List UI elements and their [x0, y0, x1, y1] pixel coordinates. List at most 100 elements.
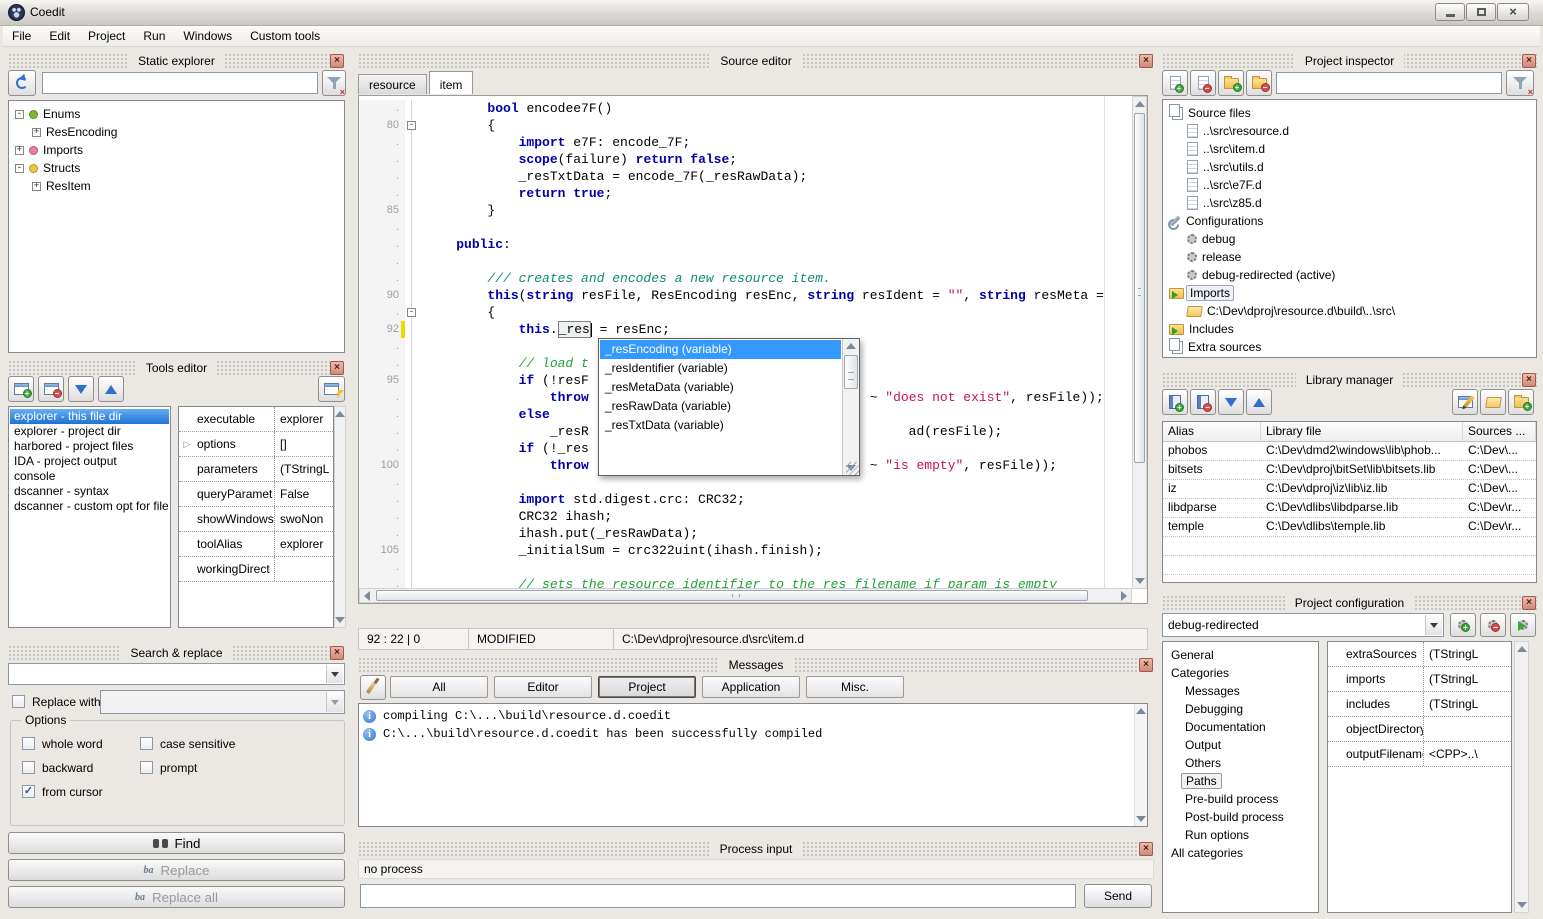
clone-configuration-button[interactable] [1510, 613, 1536, 637]
open-library-folder-button[interactable] [1480, 389, 1506, 415]
panel-close-button[interactable] [1139, 842, 1153, 856]
panel-close-button[interactable] [1139, 54, 1153, 68]
property-row[interactable]: imports(TStringL [1328, 667, 1511, 692]
property-row[interactable]: ▷options[] [179, 432, 333, 457]
tools-list-item[interactable]: dscanner - custom opt for file [10, 499, 169, 514]
library-column-header[interactable]: Library file [1261, 422, 1463, 441]
config-category-post-build-process[interactable]: Post-build process [1163, 808, 1318, 826]
expand-icon[interactable]: + [32, 128, 41, 137]
property-row[interactable]: executableexplorer [179, 407, 333, 432]
tools-grid-scrollbar[interactable] [334, 406, 346, 628]
inspector-item-imports[interactable]: Imports [1165, 284, 1534, 302]
combo-dropdown-button[interactable] [326, 692, 343, 712]
add-library-button[interactable] [1162, 389, 1188, 415]
checkbox-whole-word[interactable]: whole word [22, 736, 140, 751]
maximize-button[interactable] [1466, 3, 1496, 21]
remove-folder-button[interactable] [1246, 70, 1272, 96]
send-button[interactable]: Send [1084, 884, 1152, 908]
remove-library-button[interactable] [1190, 389, 1216, 415]
tab-item[interactable]: item [429, 71, 474, 94]
code-line[interactable]: . ihash.put(_resRawData); [359, 525, 1132, 542]
tools-list-item[interactable]: harbored - project files [10, 439, 169, 454]
property-row[interactable]: workingDirect [179, 557, 333, 582]
property-row[interactable]: objectDirectory [1328, 717, 1511, 742]
checkbox-from-cursor[interactable]: ✓from cursor [22, 784, 140, 799]
library-column-header[interactable]: Alias [1163, 422, 1261, 441]
checkbox-box[interactable] [140, 737, 153, 750]
library-row[interactable]: phobosC:\Dev\dmd2\windows\lib\phob...C:\… [1163, 442, 1536, 461]
menu-item-windows[interactable]: Windows [174, 26, 241, 46]
refresh-button[interactable] [8, 70, 36, 96]
config-category-run-options[interactable]: Run options [1163, 826, 1318, 844]
config-category-debugging[interactable]: Debugging [1163, 700, 1318, 718]
expand-icon[interactable]: + [32, 182, 41, 191]
collapse-icon[interactable]: - [15, 110, 24, 119]
code-line[interactable]: . _resTxtData = encode_7F(_resRawData); [359, 168, 1132, 185]
code-line[interactable]: . public: [359, 236, 1132, 253]
move-library-up-button[interactable] [1246, 389, 1272, 415]
tab-resource[interactable]: resource [358, 74, 427, 94]
code-line[interactable]: 90 this(string resFile, ResEncoding resE… [359, 287, 1132, 304]
popup-scrollbar[interactable] [842, 339, 859, 475]
code-line[interactable]: . scope(failure) return false; [359, 151, 1132, 168]
scrollbar-thumb[interactable] [1134, 113, 1145, 463]
replace-with-checkbox[interactable]: Replace with [12, 694, 101, 709]
property-row[interactable]: parameters(TStringL [179, 457, 333, 482]
tools-list-item[interactable]: explorer - project dir [10, 424, 169, 439]
resize-grip[interactable] [846, 462, 859, 475]
checkbox-case-sensitive[interactable]: case sensitive [140, 736, 302, 751]
config-category-all-categories[interactable]: All categories [1163, 844, 1318, 862]
messages-filter-project[interactable]: Project [598, 676, 696, 698]
code-line[interactable]: . [359, 253, 1132, 270]
tree-item-enums[interactable]: -Enums [11, 105, 342, 123]
library-row[interactable]: bitsetsC:\Dev\dproj\bitSet\lib\bitsets.l… [1163, 461, 1536, 480]
config-category-messages[interactable]: Messages [1163, 682, 1318, 700]
edit-library-button[interactable] [1452, 389, 1478, 415]
close-button[interactable]: × [1497, 3, 1529, 21]
property-row[interactable]: includes(TStringL [1328, 692, 1511, 717]
tools-list-item[interactable]: dscanner - syntax [10, 484, 169, 499]
inspector-item-c-dev-dproj-resource-d-build-src[interactable]: C:\Dev\dproj\resource.d\build\..\src\ [1165, 302, 1534, 320]
add-tool-button[interactable] [8, 376, 34, 402]
config-category-documentation[interactable]: Documentation [1163, 718, 1318, 736]
completion-item[interactable]: _resTxtData (variable) [600, 416, 841, 435]
scrollbar-thumb[interactable] [376, 590, 1088, 601]
property-row[interactable]: toolAliasexplorer [179, 532, 333, 557]
code-line[interactable]: . // sets the resource identifier to the… [359, 576, 1132, 588]
checkbox-box[interactable] [22, 737, 35, 750]
add-configuration-button[interactable] [1450, 613, 1476, 637]
code-line[interactable]: . import std.digest.crc: CRC32; [359, 491, 1132, 508]
checkbox-box[interactable] [22, 761, 35, 774]
config-category-others[interactable]: Others [1163, 754, 1318, 772]
code-line[interactable]: . CRC32 ihash; [359, 508, 1132, 525]
menu-item-custom-tools[interactable]: Custom tools [241, 26, 329, 46]
config-category-output[interactable]: Output [1163, 736, 1318, 754]
tree-item-resitem[interactable]: +ResItem [11, 177, 342, 195]
editor-vertical-scrollbar[interactable] [1132, 96, 1147, 589]
remove-configuration-button[interactable] [1480, 613, 1506, 637]
run-tool-button[interactable] [318, 376, 345, 402]
inspector-item-src-resource-d[interactable]: ..\src\resource.d [1165, 122, 1534, 140]
code-line[interactable]: . [359, 474, 1132, 491]
completion-item[interactable]: _resMetaData (variable) [600, 378, 841, 397]
add-file-button[interactable] [1162, 70, 1188, 96]
inspector-item-includes[interactable]: Includes [1165, 320, 1534, 338]
move-tool-up-button[interactable] [98, 376, 124, 402]
inspector-clear-filter-button[interactable]: × [1506, 70, 1534, 96]
completion-item[interactable]: _resEncoding (variable) [600, 340, 841, 359]
property-row[interactable]: outputFilename<CPP>..\ [1328, 742, 1511, 767]
configuration-selector[interactable]: debug-redirected [1162, 613, 1444, 637]
tree-item-resencoding[interactable]: +ResEncoding [11, 123, 342, 141]
inspector-filter-input[interactable] [1276, 72, 1502, 94]
config-category-paths[interactable]: Paths [1163, 772, 1318, 790]
completion-item[interactable]: _resIdentifier (variable) [600, 359, 841, 378]
checkbox-prompt[interactable]: prompt [140, 760, 302, 775]
expand-icon[interactable]: + [15, 146, 24, 155]
collapse-icon[interactable]: - [15, 164, 24, 173]
tree-item-imports[interactable]: +Imports [11, 141, 342, 159]
code-line[interactable]: . return true; [359, 185, 1132, 202]
panel-close-button[interactable] [1522, 54, 1536, 68]
code-line[interactable]: 105 _initialSum = crc322uint(ihash.finis… [359, 542, 1132, 559]
replace-term-combo[interactable] [100, 690, 345, 714]
panel-close-button[interactable] [1522, 596, 1536, 610]
